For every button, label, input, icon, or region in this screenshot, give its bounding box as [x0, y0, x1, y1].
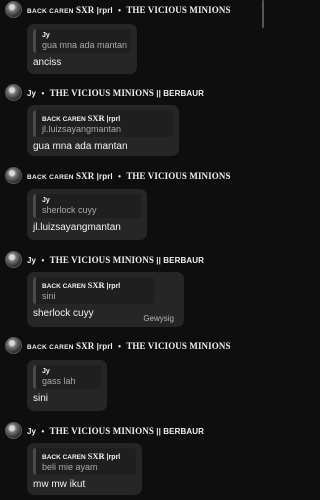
avatar[interactable]	[5, 1, 22, 18]
message-bubble[interactable]: BACK CAREN SXR |rprl sini sherlock cuyy …	[27, 272, 184, 327]
message-header: BACK CAREN SXR |rprl • THE VICIOUS MINIO…	[5, 337, 260, 354]
message-text: anciss	[33, 57, 62, 68]
quoted-sender: Jy	[42, 32, 50, 39]
quoted-message[interactable]: BACK CAREN SXR |rprl jl.luizsayangmantan	[33, 110, 173, 137]
sender-suffix: || BERBAUR	[156, 426, 204, 436]
quoted-sender: BACK CAREN SXR |rprl	[42, 451, 121, 461]
message-bubble[interactable]: Jy gua mna ada mantan anciss	[27, 24, 137, 74]
message-text: jl.luizsayangmantan	[33, 222, 121, 233]
sender-suffix: |rprl	[96, 341, 113, 351]
message-bubble[interactable]: BACK CAREN SXR |rprl jl.luizsayangmantan…	[27, 105, 179, 156]
sender-tag: SXR	[76, 4, 95, 15]
message-bubble[interactable]: BACK CAREN SXR |rprl beli mie ayam mw mw…	[27, 443, 142, 495]
sender-suffix: |rprl	[96, 171, 113, 181]
sender-name: Jy • THE VICIOUS MINIONS || BERBAUR	[27, 425, 204, 436]
quoted-message[interactable]: Jy gua mna ada mantan	[33, 29, 131, 53]
quoted-text: beli mie ayam	[42, 462, 98, 472]
sender-tag: SXR	[76, 340, 95, 351]
sender-group: THE VICIOUS MINIONS	[126, 340, 231, 351]
sender-name: BACK CAREN SXR |rprl • THE VICIOUS MINIO…	[27, 340, 231, 351]
sender-tag: SXR	[76, 170, 95, 181]
sender-suffix: || BERBAUR	[156, 88, 204, 98]
message-bubble[interactable]: Jy sherlock cuyy jl.luizsayangmantan	[27, 189, 147, 240]
quoted-message[interactable]: Jy sherlock cuyy	[33, 194, 141, 218]
message-text: sini	[33, 393, 49, 404]
quoted-text: sini	[42, 291, 56, 301]
sender-tag: Jy	[27, 88, 37, 98]
edited-label: Gewysig	[143, 314, 174, 323]
quoted-text: gass lah	[42, 376, 76, 386]
quoted-sender: BACK CAREN SXR |rprl	[42, 113, 121, 123]
avatar[interactable]	[5, 251, 22, 268]
scrollbar[interactable]	[262, 0, 264, 28]
quoted-sender: Jy	[42, 197, 50, 204]
quoted-sender: BACK CAREN SXR |rprl	[42, 280, 121, 290]
message-header: BACK CAREN SXR |rprl • THE VICIOUS MINIO…	[5, 167, 260, 184]
avatar[interactable]	[5, 167, 22, 184]
quoted-message[interactable]: BACK CAREN SXR |rprl sini	[33, 277, 154, 304]
sender-suffix: || BERBAUR	[156, 255, 204, 265]
message-header: Jy • THE VICIOUS MINIONS || BERBAUR	[5, 84, 260, 101]
avatar[interactable]	[5, 422, 22, 439]
sender-group: THE VICIOUS MINIONS	[126, 4, 231, 15]
quoted-sender: Jy	[42, 368, 50, 375]
message-bubble[interactable]: Jy gass lah sini	[27, 360, 107, 411]
message-text: gua mna ada mantan	[33, 141, 128, 152]
sender-tag: Jy	[27, 426, 37, 436]
message-text: mw mw ikut	[33, 479, 86, 490]
quoted-message[interactable]: BACK CAREN SXR |rprl beli mie ayam	[33, 448, 136, 475]
sender-group: THE VICIOUS MINIONS	[49, 87, 154, 98]
sender-name: Jy • THE VICIOUS MINIONS || BERBAUR	[27, 254, 204, 265]
sender-suffix: |rprl	[96, 5, 113, 15]
sender-group: THE VICIOUS MINIONS	[49, 425, 154, 436]
sender-prefix: BACK CAREN	[27, 343, 74, 351]
message-header: Jy • THE VICIOUS MINIONS || BERBAUR	[5, 251, 260, 268]
sender-prefix: BACK CAREN	[27, 173, 74, 181]
sender-group: THE VICIOUS MINIONS	[126, 170, 231, 181]
sender-group: THE VICIOUS MINIONS	[49, 254, 154, 265]
message-header: BACK CAREN SXR |rprl • THE VICIOUS MINIO…	[5, 1, 260, 18]
avatar[interactable]	[5, 84, 22, 101]
quoted-text: sherlock cuyy	[42, 205, 97, 215]
quoted-text: gua mna ada mantan	[42, 40, 128, 50]
sender-name: Jy • THE VICIOUS MINIONS || BERBAUR	[27, 87, 204, 98]
message-header: Jy • THE VICIOUS MINIONS || BERBAUR	[5, 422, 260, 439]
quoted-message[interactable]: Jy gass lah	[33, 365, 101, 389]
avatar[interactable]	[5, 337, 22, 354]
sender-name: BACK CAREN SXR |rprl • THE VICIOUS MINIO…	[27, 170, 231, 181]
sender-prefix: BACK CAREN	[27, 7, 74, 15]
sender-name: BACK CAREN SXR |rprl • THE VICIOUS MINIO…	[27, 4, 231, 15]
quoted-text: jl.luizsayangmantan	[42, 124, 122, 134]
sender-tag: Jy	[27, 255, 37, 265]
